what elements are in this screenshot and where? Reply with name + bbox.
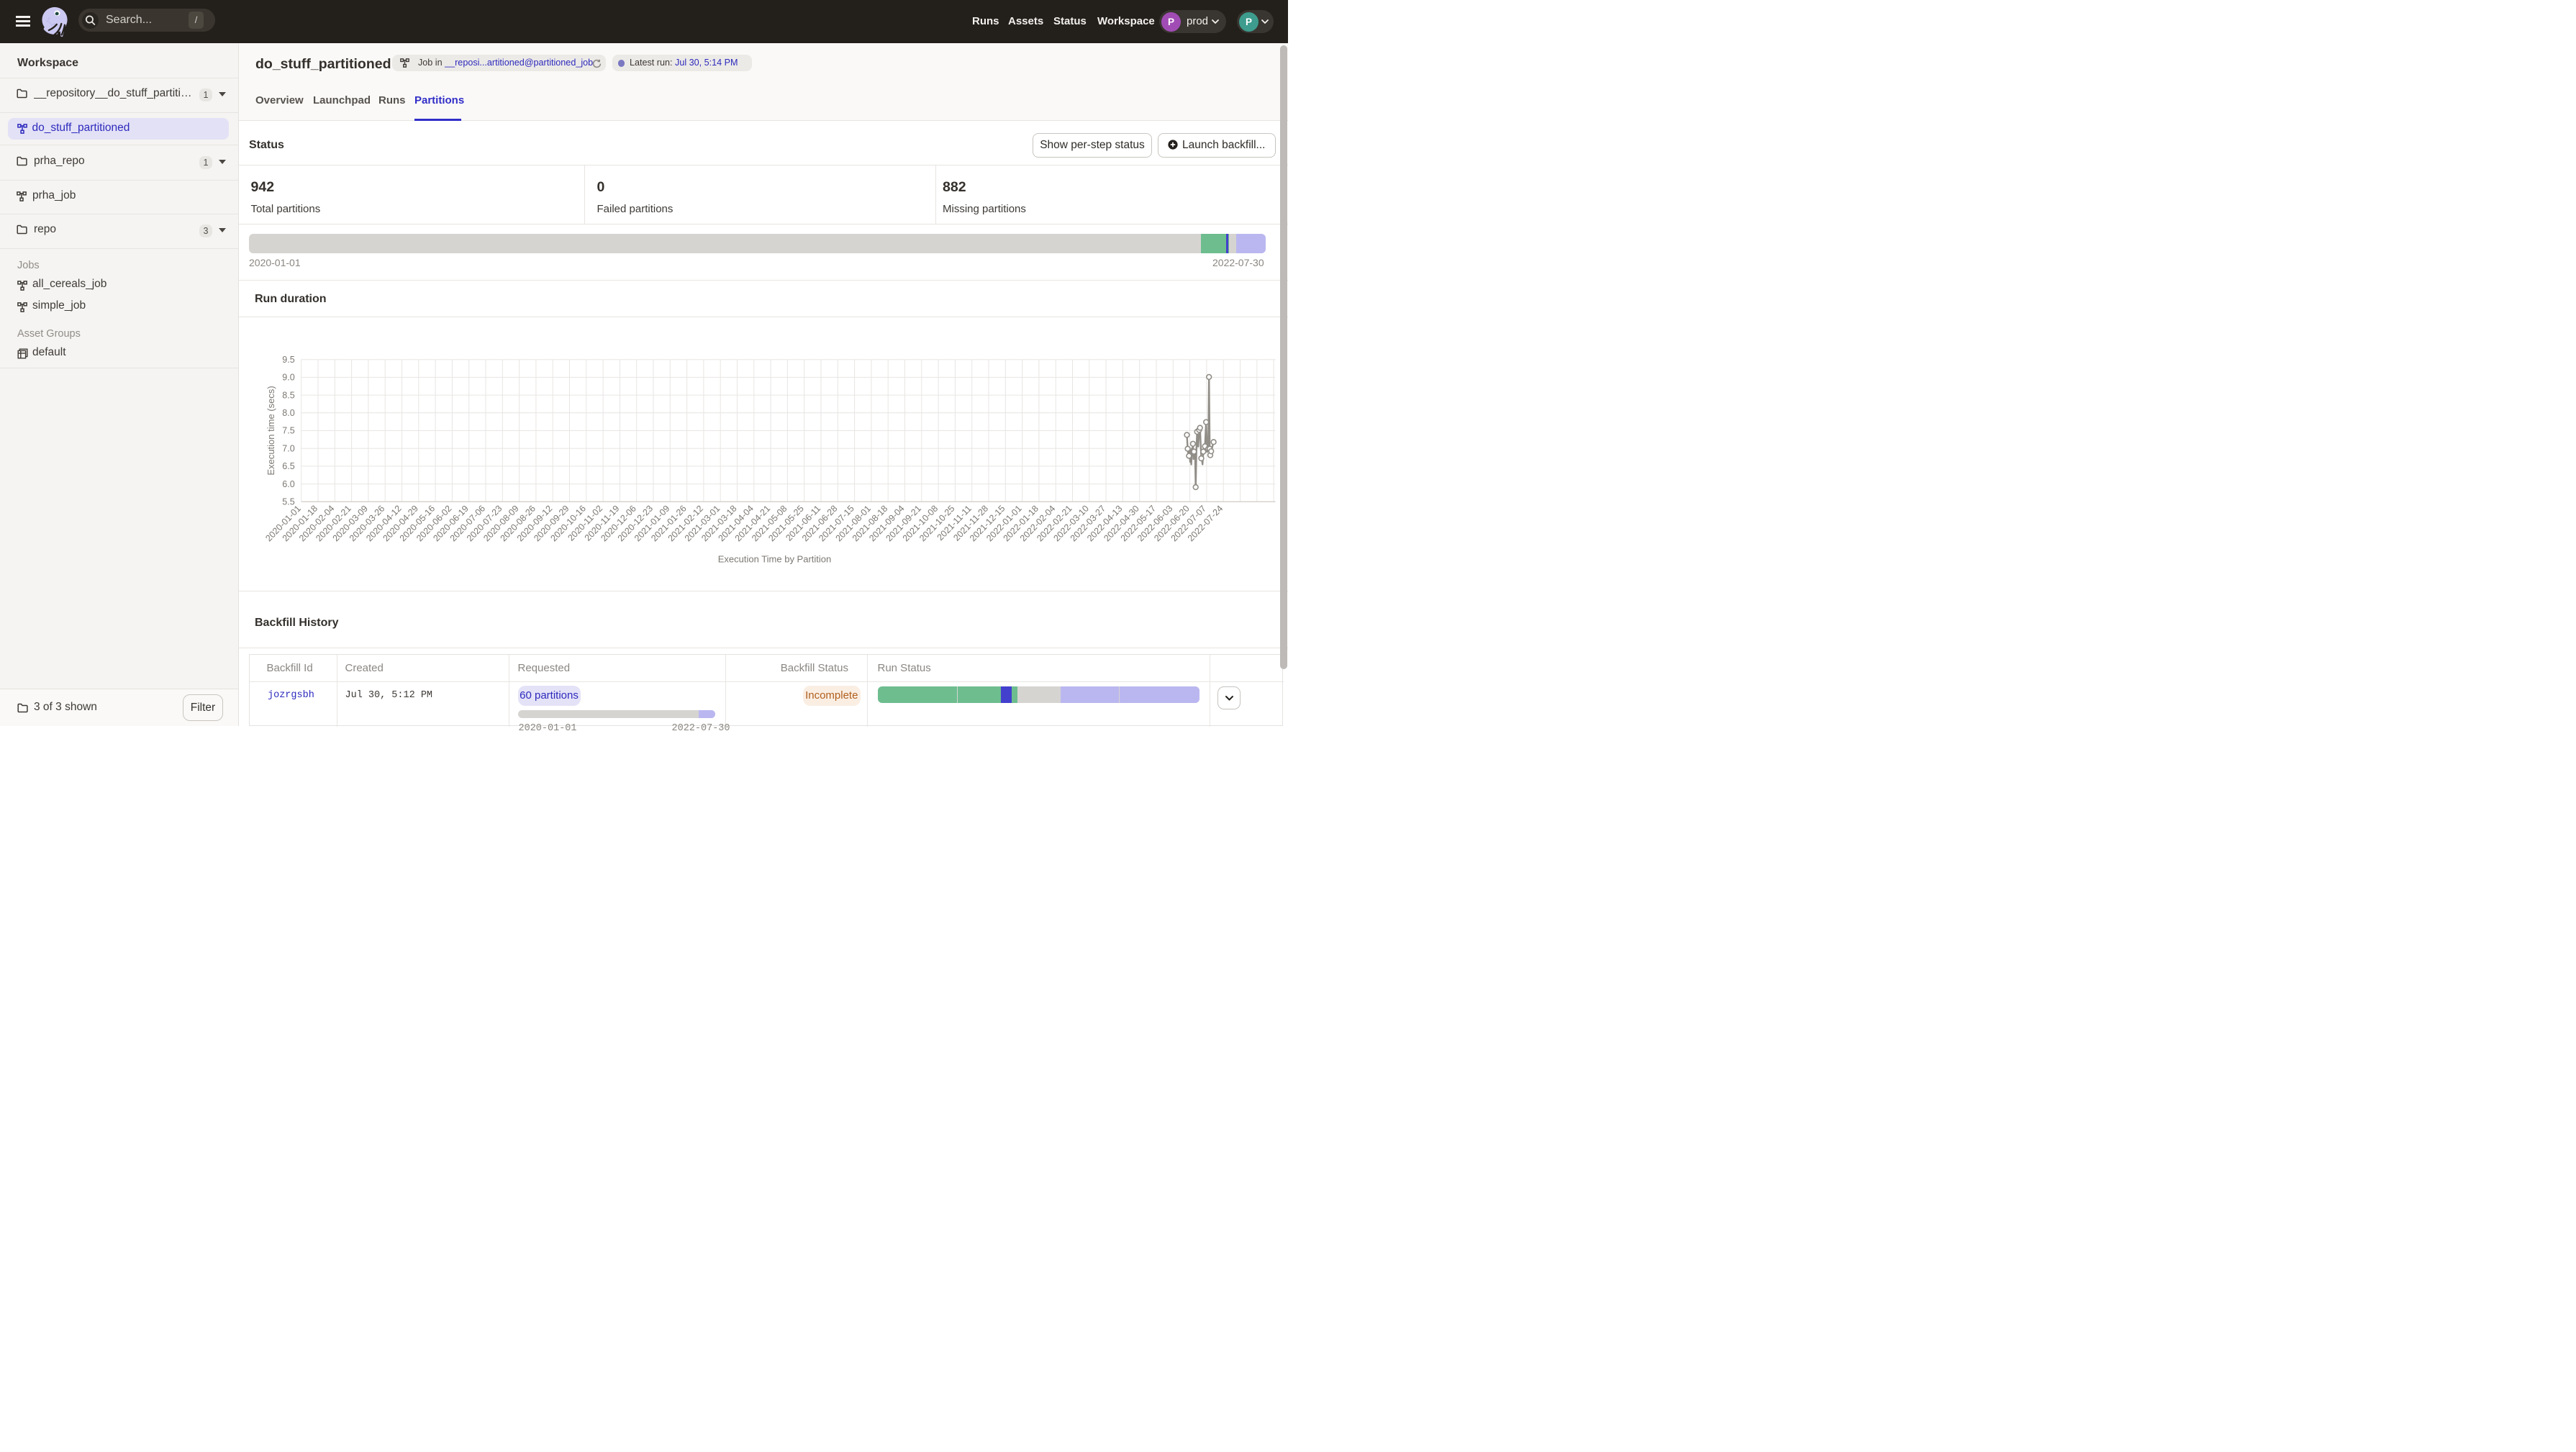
svg-text:9.5: 9.5 <box>282 355 294 365</box>
svg-text:8.5: 8.5 <box>282 390 294 400</box>
svg-text:8.0: 8.0 <box>282 408 294 418</box>
svg-text:9.0: 9.0 <box>282 373 294 383</box>
svg-text:Execution time (secs): Execution time (secs) <box>266 386 276 475</box>
svg-text:6.0: 6.0 <box>282 479 294 489</box>
svg-text:7.5: 7.5 <box>282 426 294 436</box>
svg-text:Execution Time by Partition: Execution Time by Partition <box>718 553 832 564</box>
svg-text:7.0: 7.0 <box>282 443 294 453</box>
svg-text:6.5: 6.5 <box>282 461 294 471</box>
